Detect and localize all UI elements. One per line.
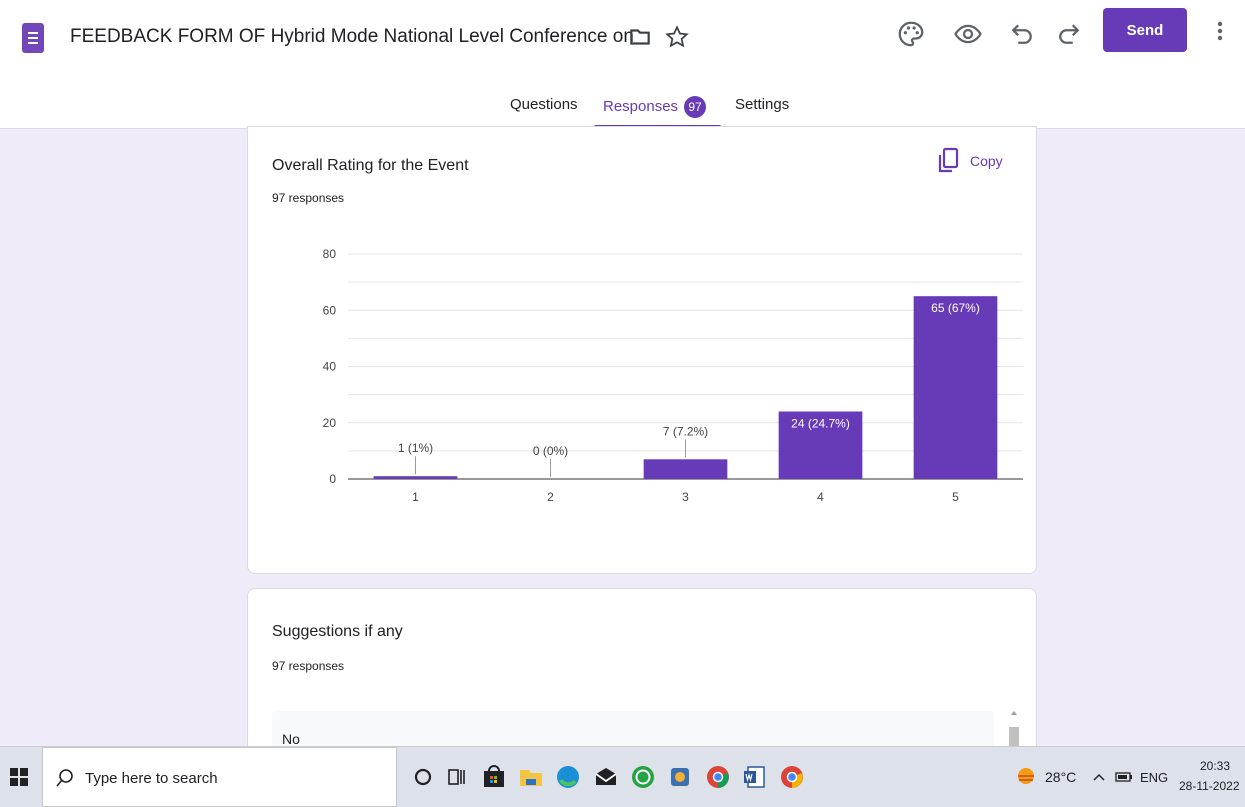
data-label: 24 (24.7%) — [791, 417, 850, 431]
bar — [374, 476, 458, 479]
x-tick-label: 3 — [682, 490, 689, 504]
question-title: Suggestions if any — [272, 623, 403, 641]
chevron-up-icon[interactable] — [1092, 771, 1106, 783]
store-icon[interactable] — [478, 761, 510, 793]
file-explorer-icon[interactable] — [515, 761, 547, 793]
task-view-icon[interactable] — [441, 761, 473, 793]
app-icon[interactable] — [664, 761, 696, 793]
tab-responses[interactable]: Responses 97 — [603, 96, 706, 118]
search-icon — [55, 768, 75, 788]
y-tick-label: 20 — [323, 416, 337, 430]
word-icon[interactable] — [739, 761, 771, 793]
folder-icon[interactable] — [627, 24, 653, 50]
weather-icon[interactable] — [1010, 761, 1042, 793]
responses-count-badge: 97 — [684, 96, 706, 118]
tab-questions[interactable]: Questions — [510, 96, 578, 113]
data-label: 1 (1%) — [398, 441, 433, 455]
form-tabs: Questions Responses 97 Settings — [0, 88, 1245, 128]
undo-icon[interactable] — [1007, 19, 1037, 49]
temperature[interactable]: 28°C — [1045, 769, 1076, 785]
search-placeholder: Type here to search — [85, 770, 218, 787]
data-label: 0 (0%) — [533, 444, 568, 458]
tab-responses-label: Responses — [603, 98, 678, 115]
data-label: 7 (7.2%) — [663, 424, 708, 438]
whatsapp-icon[interactable] — [627, 761, 659, 793]
data-label: 65 (67%) — [931, 301, 980, 315]
star-icon[interactable] — [664, 24, 690, 50]
bar — [914, 296, 998, 479]
windows-taskbar: Type here to search 28°C ENG 20:33 28-11… — [0, 746, 1245, 807]
mail-icon[interactable] — [590, 761, 622, 793]
x-tick-label: 5 — [952, 490, 959, 504]
document-title[interactable]: FEEDBACK FORM OF Hybrid Mode National Le… — [70, 26, 640, 48]
rating-bar-chart: 0 20 40 60 80 1 1 (1%) 2 0 (0%) 3 7 (7.2%) 4 24 (24.… — [248, 127, 1036, 573]
y-tick-label: 60 — [323, 303, 337, 317]
clock-time[interactable]: 20:33 — [1200, 759, 1230, 773]
battery-icon[interactable] — [1115, 771, 1133, 783]
preview-icon[interactable] — [953, 19, 983, 49]
chrome-icon[interactable] — [776, 761, 808, 793]
windows-start-icon[interactable] — [10, 768, 28, 786]
forms-icon[interactable] — [22, 23, 44, 53]
x-tick-label: 2 — [547, 490, 554, 504]
bar — [644, 459, 728, 479]
x-tick-label: 1 — [412, 490, 419, 504]
question-card-overall-rating: Overall Rating for the Event 97 response… — [247, 126, 1037, 574]
more-vert-icon[interactable] — [1208, 14, 1232, 48]
clock-date[interactable]: 28-11-2022 — [1179, 779, 1240, 793]
edge-icon[interactable] — [552, 761, 584, 793]
x-tick-label: 4 — [817, 490, 824, 504]
y-tick-label: 40 — [323, 360, 337, 374]
response-count: 97 responses — [272, 659, 344, 673]
cortana-icon[interactable] — [407, 761, 439, 793]
language-indicator[interactable]: ENG — [1140, 770, 1168, 785]
answer-text: No — [282, 731, 300, 747]
send-button[interactable]: Send — [1103, 8, 1187, 52]
chrome-profile-icon[interactable] — [702, 761, 734, 793]
taskbar-search-box[interactable]: Type here to search — [42, 747, 397, 807]
form-header: FEEDBACK FORM OF Hybrid Mode National Le… — [0, 0, 1245, 129]
y-tick-label: 0 — [329, 472, 336, 486]
redo-icon[interactable] — [1054, 19, 1084, 49]
tab-settings[interactable]: Settings — [735, 96, 789, 113]
palette-icon[interactable] — [896, 19, 926, 49]
y-tick-label: 80 — [323, 247, 337, 261]
